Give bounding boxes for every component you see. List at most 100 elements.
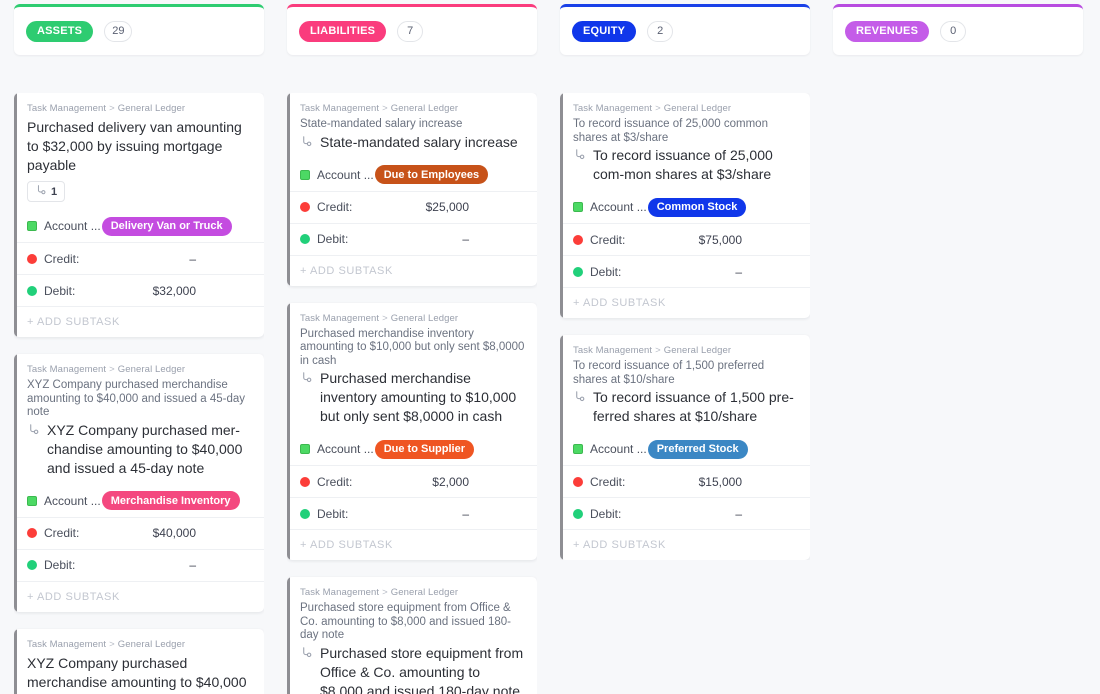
breadcrumb: Task Management>General Ledger: [300, 103, 525, 114]
breadcrumb-root[interactable]: Task Management: [573, 345, 652, 356]
card-count-equity: 2: [647, 21, 673, 42]
credit-dot-icon: [573, 477, 583, 487]
task-card[interactable]: Task Management>General LedgerPurchased …: [14, 93, 264, 337]
breadcrumb-root[interactable]: Task Management: [27, 103, 106, 114]
breadcrumb-child[interactable]: General Ledger: [664, 345, 731, 356]
debit-value: –: [735, 507, 798, 521]
subtask-row[interactable]: To record issuance of 1,500 pre-ferred s…: [573, 388, 798, 426]
field-row-debit[interactable]: Debit:$32,000: [14, 274, 264, 306]
subtask-title[interactable]: To record issuance of 25,000 com-mon sha…: [593, 146, 798, 184]
breadcrumb-child[interactable]: General Ledger: [391, 587, 458, 598]
board-column-equity: EQUITY 2 Task Management>General Ledger To …: [560, 4, 810, 694]
field-row-debit[interactable]: Debit:–: [560, 497, 810, 529]
subtask-row[interactable]: To record issuance of 25,000 com-mon sha…: [573, 146, 798, 184]
card-count-assets: 29: [104, 21, 132, 42]
parent-task-name[interactable]: To record issuance of 25,000 common shar…: [573, 118, 798, 145]
field-row-credit[interactable]: Credit:$15,000: [560, 465, 810, 497]
field-row-credit[interactable]: Credit:$75,000: [560, 223, 810, 255]
board-column-assets: ASSETS29Task Management>General LedgerPu…: [14, 4, 264, 694]
field-row-debit[interactable]: Debit:–: [287, 497, 537, 529]
task-card[interactable]: Task Management>General Ledger State-mand…: [287, 93, 537, 286]
status-badge-equity[interactable]: EQUITY: [572, 21, 636, 42]
account-tag[interactable]: Common Stock: [648, 198, 747, 217]
parent-task-name[interactable]: Purchased merchandise inventory amountin…: [300, 328, 525, 369]
task-card[interactable]: Task Management>General LedgerTo record …: [560, 93, 810, 318]
breadcrumb-child[interactable]: General Ledger: [391, 103, 458, 114]
account-tag[interactable]: Due to Supplier: [375, 440, 474, 459]
task-fields: Account ...Common StockCredit:$75,000Deb…: [560, 191, 810, 287]
field-row-credit[interactable]: Credit:$2,000: [287, 465, 537, 497]
account-tag[interactable]: Preferred Stock: [648, 440, 748, 459]
add-subtask-button[interactable]: + ADD SUBTASK: [287, 529, 537, 560]
subtask-row[interactable]: Purchased merchandise inventory amountin…: [300, 369, 525, 426]
credit-value: –: [189, 252, 252, 266]
task-card[interactable]: Task Management>General LedgerPurchased …: [287, 577, 537, 694]
account-tag[interactable]: Due to Employees: [375, 165, 488, 184]
credit-dot-icon: [27, 254, 37, 264]
task-card[interactable]: Task Management>General LedgerXYZ Compan…: [14, 354, 264, 612]
breadcrumb-separator-icon: >: [382, 313, 388, 324]
field-row-debit[interactable]: Debit:–: [560, 255, 810, 287]
parent-task-name[interactable]: State-mandated salary increase: [300, 118, 525, 132]
add-subtask-button[interactable]: + ADD SUBTASK: [14, 581, 264, 612]
field-row-debit[interactable]: Debit:–: [14, 549, 264, 581]
field-row-account[interactable]: Account ...Due to Supplier: [287, 433, 537, 465]
column-header-liabilities[interactable]: LIABILITIES7: [287, 4, 537, 55]
status-badge-assets[interactable]: ASSETS: [26, 21, 93, 42]
breadcrumb-root[interactable]: Task Management: [27, 364, 106, 375]
breadcrumb-child[interactable]: General Ledger: [118, 639, 185, 650]
parent-task-name[interactable]: XYZ Company purchased merchandise amount…: [27, 379, 252, 420]
account-tag[interactable]: Merchandise Inventory: [102, 491, 240, 510]
subtask-branch-icon: [573, 390, 586, 403]
subtask-title[interactable]: XYZ Company purchased mer-chandise amoun…: [47, 421, 252, 478]
subtask-row[interactable]: State-mandated salary increase: [300, 133, 525, 152]
debit-dot-icon: [27, 560, 37, 570]
add-subtask-button[interactable]: + ADD SUBTASK: [560, 287, 810, 318]
breadcrumb-root[interactable]: Task Management: [27, 639, 106, 650]
field-row-account[interactable]: Account ...Delivery Van or Truck: [14, 210, 264, 242]
breadcrumb-separator-icon: >: [109, 639, 115, 650]
task-card[interactable]: Task Management>General Ledger To record …: [560, 335, 810, 560]
add-subtask-button[interactable]: + ADD SUBTASK: [287, 255, 537, 286]
credit-dot-icon: [300, 477, 310, 487]
subtask-title[interactable]: Purchased merchandise inventory amountin…: [320, 369, 525, 426]
subtask-branch-icon: [573, 148, 586, 161]
breadcrumb-child[interactable]: General Ledger: [391, 313, 458, 324]
status-badge-liabilities[interactable]: LIABILITIES: [299, 21, 386, 42]
breadcrumb: Task Management>General Ledger: [573, 345, 798, 356]
parent-task-name[interactable]: Purchased store equipment from Office & …: [300, 602, 525, 643]
breadcrumb-root[interactable]: Task Management: [573, 103, 652, 114]
task-title[interactable]: XYZ Company purchased merchandise amount…: [27, 654, 252, 694]
breadcrumb-child[interactable]: General Ledger: [664, 103, 731, 114]
field-row-account[interactable]: Account ...Preferred Stock: [560, 433, 810, 465]
field-row-credit[interactable]: Credit:$40,000: [14, 517, 264, 549]
task-title[interactable]: Purchased delivery van amounting to $32,…: [27, 118, 252, 175]
subtask-row[interactable]: XYZ Company purchased mer-chandise amoun…: [27, 421, 252, 478]
breadcrumb-child[interactable]: General Ledger: [118, 103, 185, 114]
field-row-debit[interactable]: Debit:–: [287, 223, 537, 255]
breadcrumb-root[interactable]: Task Management: [300, 313, 379, 324]
task-card[interactable]: Task Management>General Ledger XYZ Compan…: [14, 629, 264, 694]
account-tag[interactable]: Delivery Van or Truck: [102, 217, 232, 236]
breadcrumb-root[interactable]: Task Management: [300, 103, 379, 114]
subtask-title[interactable]: To record issuance of 1,500 pre-ferred s…: [593, 388, 798, 426]
parent-task-name[interactable]: To record issuance of 1,500 preferred sh…: [573, 360, 798, 387]
status-badge-revenues[interactable]: REVENUES: [845, 21, 929, 42]
field-row-account[interactable]: Account ...Due to Employees: [287, 159, 537, 191]
breadcrumb-child[interactable]: General Ledger: [118, 364, 185, 375]
column-header-revenues[interactable]: REVENUES0: [833, 4, 1083, 55]
field-row-account[interactable]: Account ...Common Stock: [560, 191, 810, 223]
column-header-equity[interactable]: EQUITY 2: [560, 4, 810, 55]
breadcrumb-root[interactable]: Task Management: [300, 587, 379, 598]
subtask-title[interactable]: State-mandated salary increase: [320, 133, 518, 152]
add-subtask-button[interactable]: + ADD SUBTASK: [560, 529, 810, 560]
field-row-account[interactable]: Account ...Merchandise Inventory: [14, 485, 264, 517]
subtask-row[interactable]: Purchased store equipment from Office & …: [300, 644, 525, 694]
field-row-credit[interactable]: Credit:–: [14, 242, 264, 274]
field-row-credit[interactable]: Credit:$25,000: [287, 191, 537, 223]
task-card[interactable]: Task Management>General Ledger Purchased …: [287, 303, 537, 561]
add-subtask-button[interactable]: + ADD SUBTASK: [14, 306, 264, 337]
column-header-assets[interactable]: ASSETS 29: [14, 4, 264, 55]
subtask-count-badge[interactable]: 1: [27, 181, 65, 202]
subtask-title[interactable]: Purchased store equipment from Office & …: [320, 644, 525, 694]
